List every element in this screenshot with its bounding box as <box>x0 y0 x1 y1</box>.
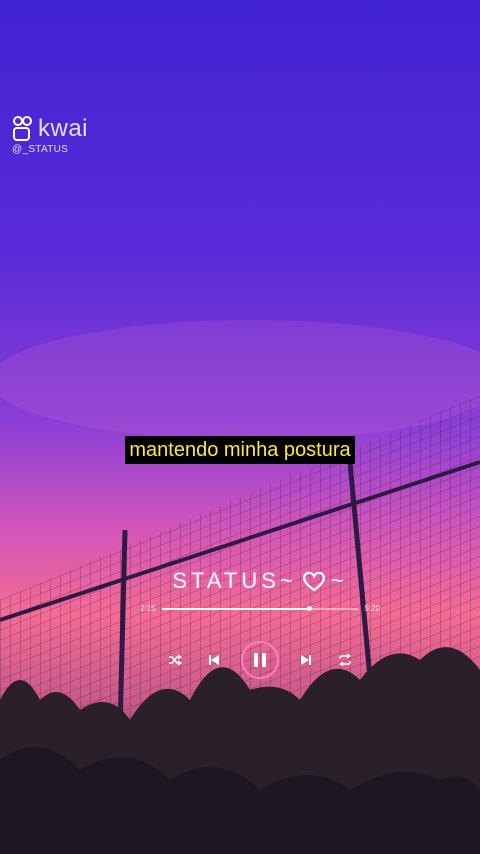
progress-knob[interactable] <box>307 605 313 611</box>
time-elapsed: 2:15 <box>140 604 156 613</box>
music-player: STATUS~ ~ 2:15 5:20 <box>140 568 380 679</box>
previous-button[interactable] <box>202 648 226 672</box>
progress-row: 2:15 5:20 <box>140 604 380 613</box>
next-icon <box>300 655 311 665</box>
pause-icon <box>253 653 266 667</box>
progress-bar[interactable] <box>161 605 359 611</box>
kwai-logo-icon <box>13 116 32 141</box>
shuffle-button[interactable] <box>163 648 187 672</box>
heart-outline-icon[interactable] <box>301 569 327 593</box>
progress-fill <box>161 607 310 610</box>
repeat-button[interactable] <box>333 648 357 672</box>
watermark: kwai @_STATUS <box>12 115 89 156</box>
caption: mantendo minha postura <box>0 436 480 464</box>
player-title: STATUS~ ~ <box>140 568 380 594</box>
player-controls <box>140 641 380 679</box>
next-button[interactable] <box>294 648 318 672</box>
repeat-icon <box>338 654 351 666</box>
pause-button[interactable] <box>240 641 279 679</box>
watermark-handle: @_STATUS <box>12 144 69 155</box>
player-title-suffix: ~ <box>330 568 348 593</box>
watermark-brand: kwai <box>38 115 89 142</box>
player-title-text: STATUS~ <box>172 568 297 593</box>
time-total: 5:20 <box>364 604 380 613</box>
caption-text: mantendo minha postura <box>125 436 355 464</box>
previous-icon <box>209 655 220 665</box>
shuffle-icon <box>169 654 183 666</box>
